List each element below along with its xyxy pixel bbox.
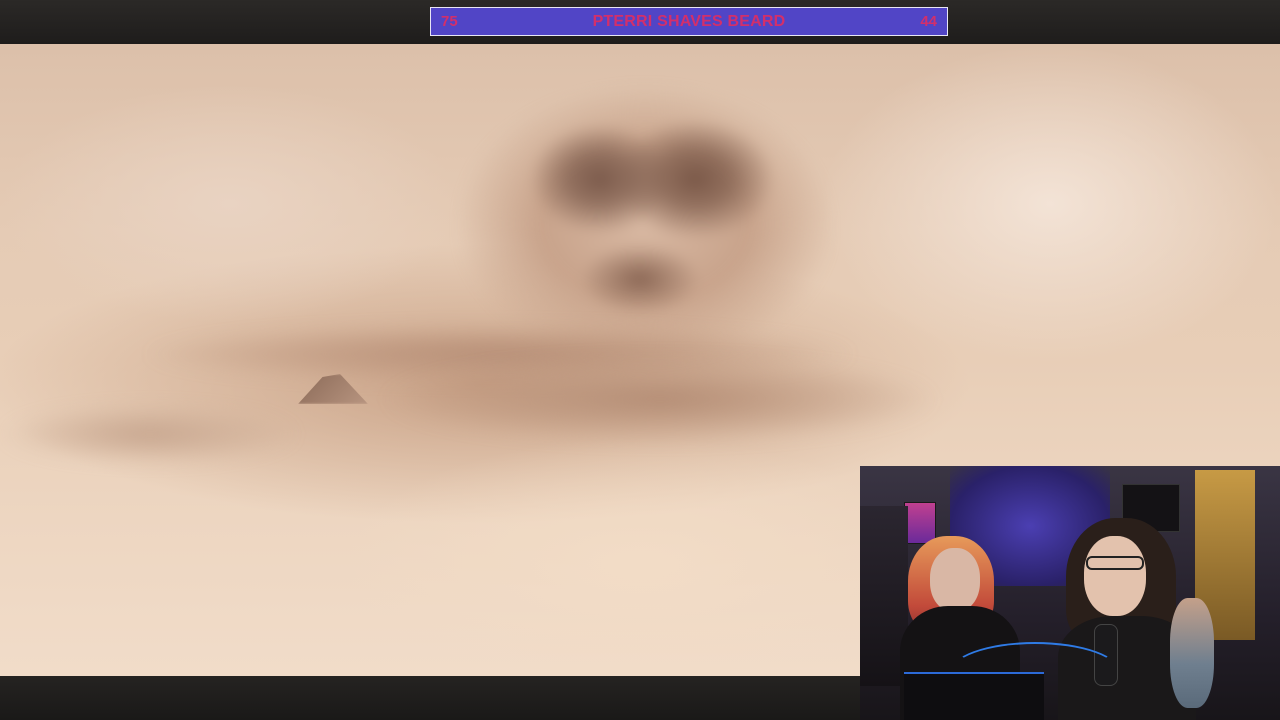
title-banner: 75 PTERRI SHAVES BEARD 44 — [430, 7, 948, 36]
skull-shape — [460, 84, 830, 364]
banner-title: PTERRI SHAVES BEARD — [592, 12, 786, 30]
sand-ridge-far — [0, 404, 300, 464]
person-right-glasses — [1086, 556, 1144, 570]
background-haze-left — [0, 84, 460, 324]
right-counter: 44 — [920, 13, 937, 30]
person-right-face — [1084, 536, 1146, 616]
webcam-panel[interactable] — [860, 466, 1280, 720]
person-right-arm-tattoo — [1170, 598, 1214, 708]
person-left-face — [930, 548, 980, 612]
left-counter: 75 — [441, 13, 458, 30]
mic-cable — [948, 642, 1122, 706]
background-haze — [820, 44, 1280, 364]
wall-poster — [904, 502, 936, 544]
sand-ridge-lower — [380, 354, 940, 444]
